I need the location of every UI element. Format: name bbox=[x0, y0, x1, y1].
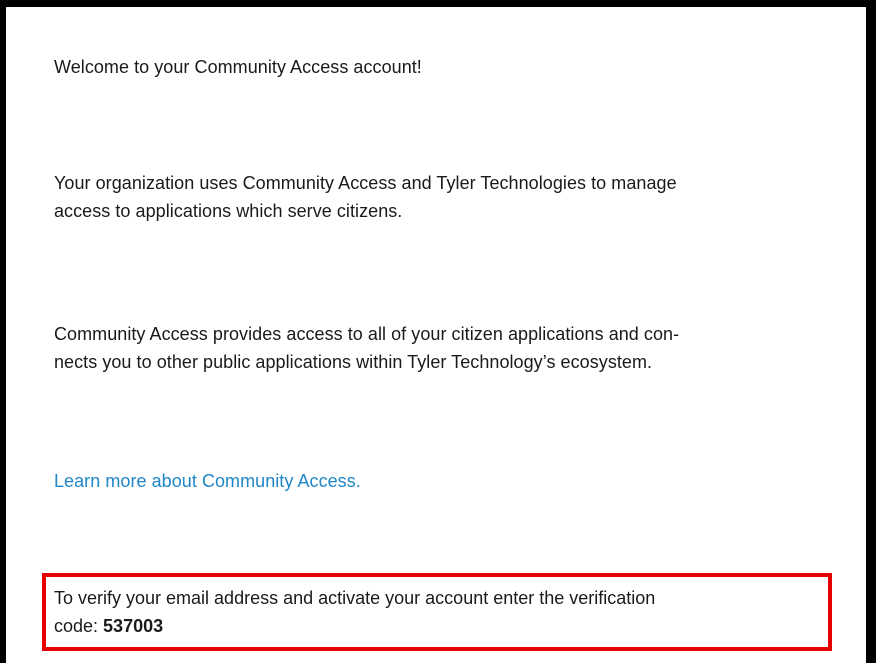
verification-code: 537003 bbox=[103, 616, 164, 636]
verification-line-1: To verify your email address and activat… bbox=[54, 588, 656, 608]
verification-code-label: code: bbox=[54, 616, 104, 636]
community-access-paragraph: Community Access provides access to all … bbox=[54, 320, 679, 376]
verification-highlight-box: To verify your email address and activat… bbox=[42, 573, 832, 651]
verification-instructions: To verify your email address and activat… bbox=[54, 584, 824, 640]
organization-paragraph: Your organization uses Community Access … bbox=[54, 169, 677, 225]
community-access-paragraph-line-1: Community Access provides access to all … bbox=[54, 324, 680, 344]
email-frame: Welcome to your Community Access account… bbox=[0, 0, 876, 663]
organization-paragraph-line-1: Your organization uses Community Access … bbox=[54, 173, 677, 193]
welcome-text: Welcome to your Community Access account… bbox=[54, 57, 422, 77]
organization-paragraph-line-2: access to applications which serve citiz… bbox=[54, 201, 403, 221]
community-access-paragraph-line-2: nects you to other public applications w… bbox=[54, 352, 653, 372]
learn-more-link[interactable]: Learn more about Community Access. bbox=[54, 467, 361, 495]
